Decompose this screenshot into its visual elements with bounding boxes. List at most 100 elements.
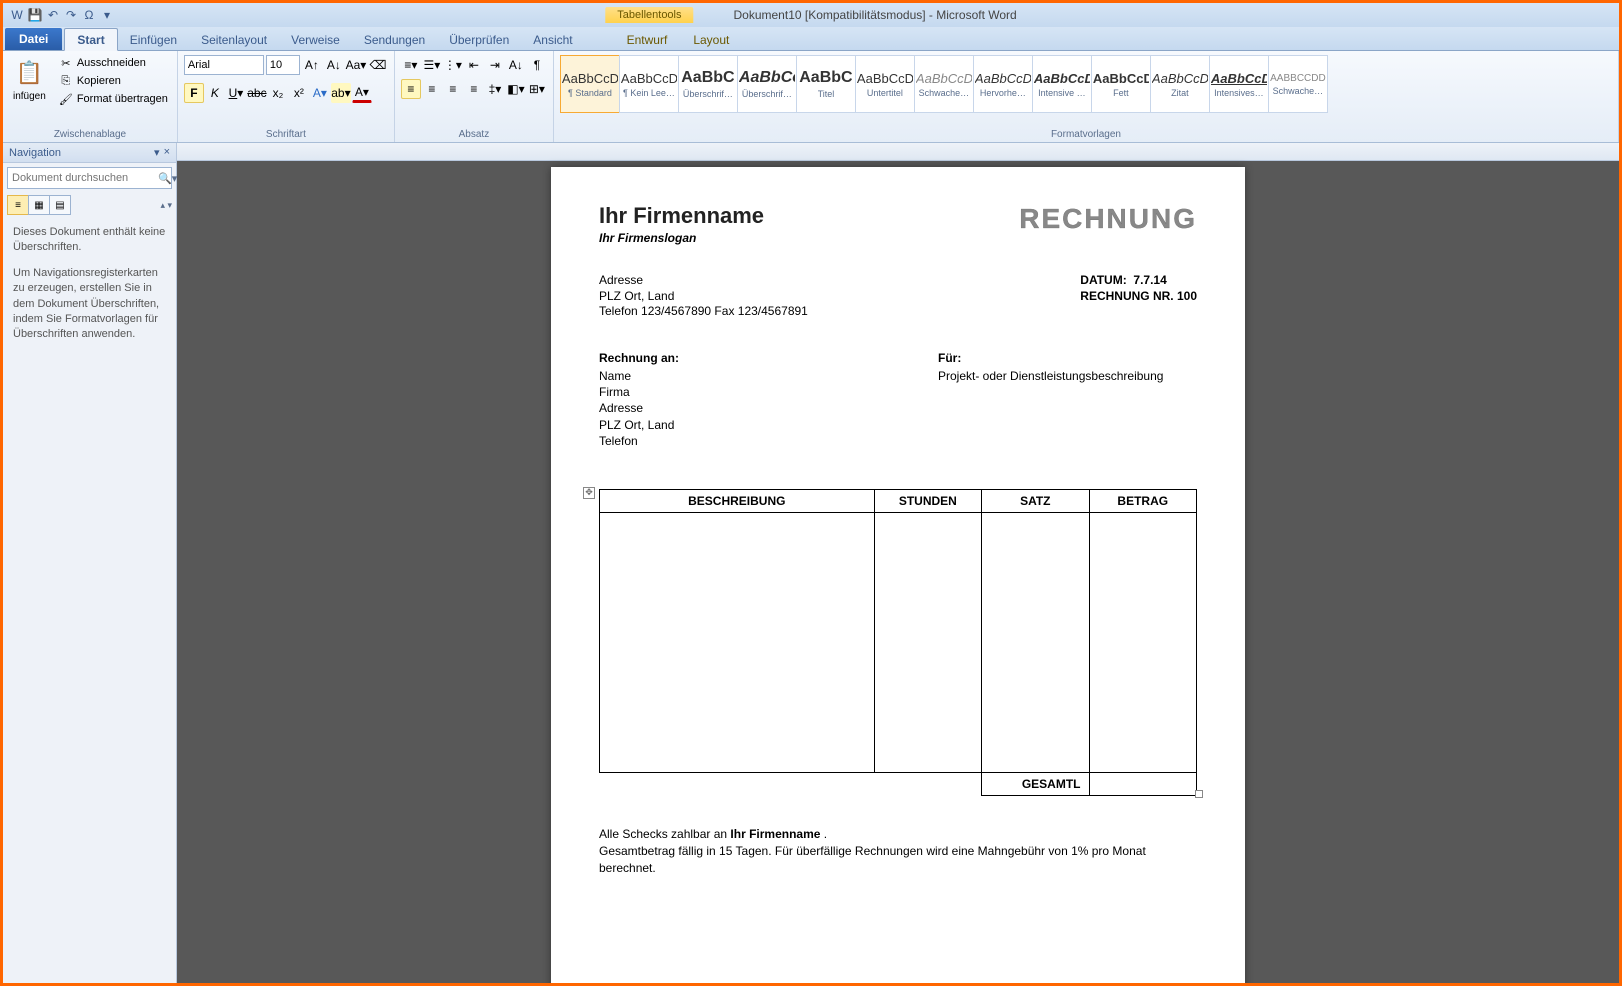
nav-tab-results[interactable]: ▤ (49, 195, 71, 215)
cell-rate[interactable] (982, 512, 1089, 772)
table-move-handle[interactable]: ✥ (583, 487, 595, 499)
table-total-row[interactable]: GESAMTL (600, 772, 1197, 795)
tab-view[interactable]: Ansicht (521, 29, 584, 50)
navigation-pane: Navigation ▾ × 🔍 ▾ ≡ ▦ ▤ ▴ ▾ Dieses Doku… (3, 143, 177, 983)
company-slogan[interactable]: Ihr Firmenslogan (599, 231, 764, 245)
line-spacing-button[interactable]: ‡▾ (485, 79, 505, 99)
invoice-title[interactable]: RECHNUNG (1019, 203, 1197, 235)
cell-description[interactable] (600, 512, 875, 772)
paste-button[interactable]: 📋 infügen (9, 55, 50, 104)
font-size-select[interactable] (266, 55, 300, 75)
address-block[interactable]: Adresse PLZ Ort, Land Telefon 123/456789… (599, 273, 808, 320)
align-left-button[interactable]: ≡ (401, 79, 421, 99)
nav-collapse-icon[interactable]: ▴ ▾ (160, 200, 172, 211)
shading-button[interactable]: ◧▾ (506, 79, 526, 99)
nav-dropdown-icon[interactable]: ▾ (154, 146, 160, 159)
style-item-11[interactable]: AaBbCcDdIntensives… (1209, 55, 1269, 113)
indent-inc-button[interactable]: ⇥ (485, 55, 505, 75)
nav-tab-pages[interactable]: ▦ (28, 195, 50, 215)
style-item-5[interactable]: AaBbCcDdUntertitel (855, 55, 915, 113)
borders-button[interactable]: ⊞▾ (527, 79, 547, 99)
nav-close-icon[interactable]: × (164, 146, 170, 159)
search-icon[interactable]: 🔍 (158, 172, 172, 185)
align-center-button[interactable]: ≡ (422, 79, 442, 99)
style-item-12[interactable]: AABBCCDDSchwache… (1268, 55, 1328, 113)
qat-dropdown-icon[interactable]: ▾ (99, 7, 115, 23)
tab-insert[interactable]: Einfügen (118, 29, 189, 50)
style-item-1[interactable]: AaBbCcDd¶ Kein Lee… (619, 55, 679, 113)
table-body-row[interactable] (600, 512, 1197, 772)
strike-button[interactable]: abc (247, 83, 267, 103)
redo-icon[interactable]: ↷ (63, 7, 79, 23)
bullets-button[interactable]: ≡▾ (401, 55, 421, 75)
multilevel-button[interactable]: ⋮▾ (443, 55, 463, 75)
copy-button[interactable]: ⎘Kopieren (56, 73, 171, 89)
italic-button[interactable]: K (205, 83, 225, 103)
underline-button[interactable]: U▾ (226, 83, 246, 103)
tab-pagelayout[interactable]: Seitenlayout (189, 29, 279, 50)
tab-references[interactable]: Verweise (279, 29, 352, 50)
numbering-button[interactable]: ☰▾ (422, 55, 442, 75)
sort-button[interactable]: A↓ (506, 55, 526, 75)
justify-button[interactable]: ≡ (464, 79, 484, 99)
nav-search-input[interactable] (8, 172, 158, 184)
horizontal-ruler[interactable] (177, 143, 1619, 161)
undo-icon[interactable]: ↶ (45, 7, 61, 23)
subscript-button[interactable]: x₂ (268, 83, 288, 103)
style-item-7[interactable]: AaBbCcDdHervorhe… (973, 55, 1033, 113)
page[interactable]: Ihr Firmenname Ihr Firmenslogan RECHNUNG… (551, 167, 1245, 983)
shrink-font-button[interactable]: A↓ (324, 55, 344, 75)
recipient-row[interactable]: Rechnung an: Name Firma Adresse PLZ Ort,… (599, 350, 1197, 449)
style-item-2[interactable]: AaBbCÜberschrif… (678, 55, 738, 113)
style-item-10[interactable]: AaBbCcDdZitat (1150, 55, 1210, 113)
tab-file[interactable]: Datei (5, 28, 62, 50)
tab-table-layout[interactable]: Layout (681, 29, 741, 50)
nav-tab-headings[interactable]: ≡ (7, 195, 29, 215)
tab-review[interactable]: Überprüfen (437, 29, 521, 50)
style-item-3[interactable]: AaBbCcÜberschrif… (737, 55, 797, 113)
indent-dec-button[interactable]: ⇤ (464, 55, 484, 75)
bold-button[interactable]: F (184, 83, 204, 103)
tab-table-design[interactable]: Entwurf (615, 29, 680, 50)
font-color-button[interactable]: A▾ (352, 83, 372, 103)
styles-gallery[interactable]: AaBbCcDd¶ StandardAaBbCcDd¶ Kein Lee…AaB… (560, 55, 1327, 113)
show-marks-button[interactable]: ¶ (527, 55, 547, 75)
tab-mailings[interactable]: Sendungen (352, 29, 437, 50)
total-value[interactable] (1089, 772, 1196, 795)
style-item-0[interactable]: AaBbCcDd¶ Standard (560, 55, 620, 113)
nav-search-box[interactable]: 🔍 ▾ (7, 167, 172, 189)
style-item-6[interactable]: AaBbCcDdSchwache… (914, 55, 974, 113)
style-item-9[interactable]: AaBbCcDdFett (1091, 55, 1151, 113)
col-amount[interactable]: BETRAG (1089, 489, 1196, 512)
invoice-table[interactable]: BESCHREIBUNG STUNDEN SATZ BETRAG (599, 489, 1197, 796)
clear-format-button[interactable]: ⌫ (368, 55, 388, 75)
highlight-button[interactable]: ab▾ (331, 83, 351, 103)
footer-text[interactable]: Alle Schecks zahlbar an Ihr Firmenname .… (599, 826, 1197, 876)
date-block[interactable]: DATUM: 7.7.14 RECHNUNG NR. 100 (1080, 273, 1197, 320)
cell-amount[interactable] (1089, 512, 1196, 772)
change-case-button[interactable]: Aa▾ (346, 55, 366, 75)
col-rate[interactable]: SATZ (982, 489, 1089, 512)
style-item-4[interactable]: AaBbCTitel (796, 55, 856, 113)
col-description[interactable]: BESCHREIBUNG (600, 489, 875, 512)
cell-hours[interactable] (874, 512, 981, 772)
company-name[interactable]: Ihr Firmenname (599, 203, 764, 229)
total-label[interactable]: GESAMTL (982, 772, 1089, 795)
text-effects-button[interactable]: A▾ (310, 83, 330, 103)
superscript-button[interactable]: x² (289, 83, 309, 103)
omega-icon[interactable]: Ω (81, 7, 97, 23)
col-hours[interactable]: STUNDEN (874, 489, 981, 512)
save-icon[interactable]: 💾 (27, 7, 43, 23)
style-caption: Intensive … (1038, 88, 1086, 98)
format-painter-button[interactable]: 🖌Format übertragen (56, 91, 171, 107)
tab-start[interactable]: Start (64, 28, 117, 51)
document-canvas[interactable]: Ihr Firmenname Ihr Firmenslogan RECHNUNG… (177, 143, 1619, 983)
style-item-8[interactable]: AaBbCcDdIntensive … (1032, 55, 1092, 113)
align-right-button[interactable]: ≡ (443, 79, 463, 99)
font-family-select[interactable] (184, 55, 264, 75)
table-resize-handle[interactable] (1195, 790, 1203, 798)
style-sample: AaBbCcDd (562, 71, 618, 86)
grow-font-button[interactable]: A↑ (302, 55, 322, 75)
cut-button[interactable]: ✂Ausschneiden (56, 55, 171, 71)
style-sample: AaBbC (799, 69, 852, 87)
